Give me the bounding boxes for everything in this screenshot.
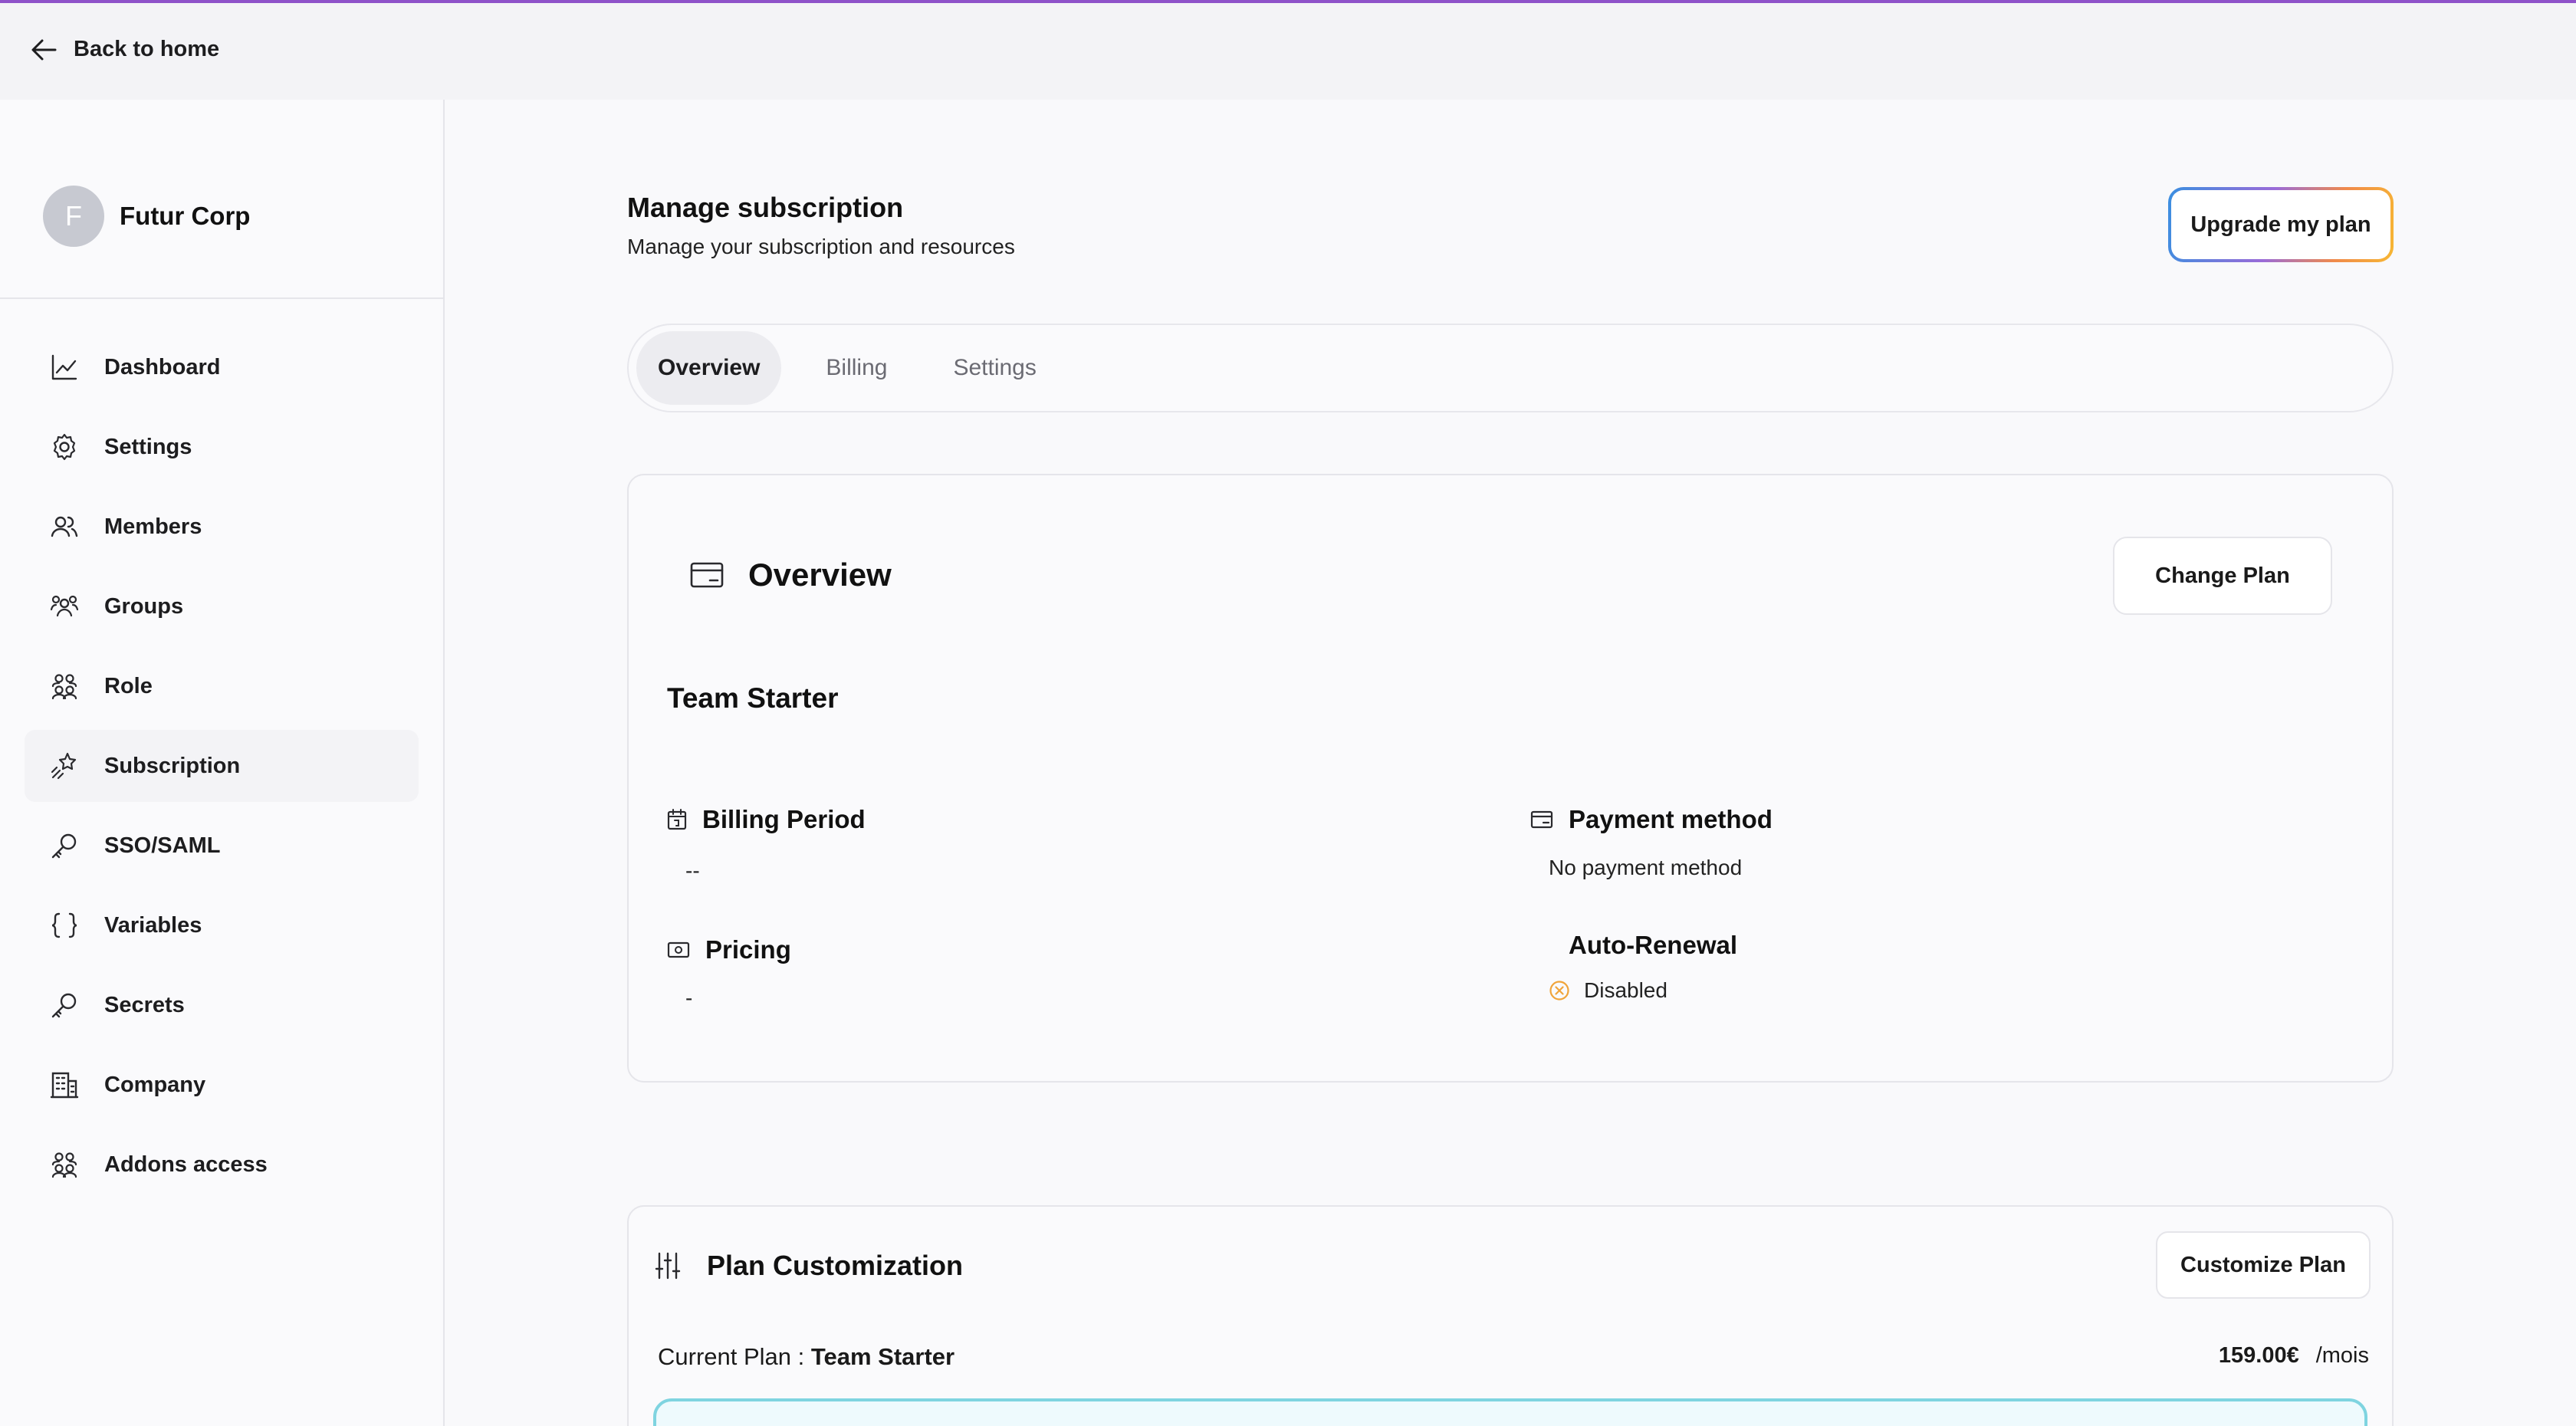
payment-method-value: No payment method	[1549, 856, 1743, 879]
role-icon	[51, 674, 77, 700]
current-plan-value: Team Starter	[810, 1343, 955, 1370]
payment-method-label: Payment method	[1569, 805, 1773, 833]
gear-icon	[53, 433, 76, 461]
upgrade-plan-label: Upgrade my plan	[2171, 190, 2390, 259]
sidebar-item-members[interactable]: Members	[25, 491, 419, 563]
auto-renewal-label: Auto-Renewal	[1569, 931, 1738, 959]
page-subtitle: Manage your subscription and resources	[627, 235, 1015, 258]
credit-card-icon	[1530, 810, 1553, 829]
sidebar-item-subscription[interactable]: Subscription	[25, 730, 419, 802]
plan-customization-header: Plan Customization	[655, 1250, 963, 1282]
sidebar-item-dashboard[interactable]: Dashboard	[25, 331, 419, 403]
sidebar-nav: Dashboard Settings Members Groups Role S…	[25, 331, 419, 1208]
auto-renewal-value: Disabled	[1584, 978, 1668, 1002]
current-plan: Current Plan : Team Starter	[658, 1343, 955, 1371]
braces-icon	[51, 912, 77, 938]
auto-renewal-field: Auto-Renewal Disabled	[1549, 931, 1738, 1002]
billing-period-label: Billing Period	[702, 805, 866, 833]
payment-method-field: Payment method No payment method	[1530, 805, 1773, 879]
group-icon	[50, 595, 79, 617]
price-period: /mois	[2315, 1343, 2369, 1368]
sidebar-item-company[interactable]: Company	[25, 1049, 419, 1121]
back-to-home-link[interactable]: Back to home	[31, 37, 219, 62]
x-circle-icon	[1549, 981, 1569, 1001]
sidebar-divider	[0, 297, 443, 299]
calendar-icon	[667, 809, 687, 830]
sidebar: F Futur Corp Dashboard Settings Members …	[0, 100, 445, 1426]
plan-customization-card: Plan Customization Customize Plan Curren…	[627, 1205, 2394, 1426]
back-to-home-label: Back to home	[74, 37, 220, 61]
customize-plan-button[interactable]: Customize Plan	[2156, 1231, 2371, 1299]
sidebar-item-label: Secrets	[104, 992, 185, 1017]
key-icon	[51, 833, 77, 859]
price-amount: 159.00€	[2218, 1343, 2299, 1368]
credit-card-icon	[690, 562, 724, 588]
upgrade-plan-button[interactable]: Upgrade my plan	[2168, 187, 2394, 262]
sidebar-item-label: Subscription	[104, 753, 241, 778]
sidebar-item-label: Variables	[104, 912, 202, 938]
org-name: Futur Corp	[120, 202, 251, 230]
banknote-icon	[667, 941, 690, 958]
plan-customization-title: Plan Customization	[707, 1250, 964, 1281]
sliders-icon	[655, 1252, 681, 1280]
tab-billing[interactable]: Billing	[804, 331, 909, 405]
change-plan-button[interactable]: Change Plan	[2113, 537, 2332, 615]
arrow-left-icon	[31, 39, 57, 60]
sidebar-item-label: Company	[104, 1072, 206, 1097]
key-icon	[51, 993, 77, 1018]
org-header: F Futur Corp	[43, 186, 250, 247]
tab-overview[interactable]: Overview	[636, 331, 782, 405]
sidebar-item-sso-saml[interactable]: SSO/SAML	[25, 810, 419, 882]
plan-price: 159.00€ /mois	[2219, 1343, 2369, 1368]
overview-card-header: Overview	[690, 557, 892, 593]
billing-period-value: --	[685, 859, 700, 882]
plan-name: Team Starter	[667, 682, 839, 714]
users-icon	[51, 516, 78, 537]
sidebar-item-label: Role	[104, 673, 153, 698]
top-bar: Back to home	[0, 3, 2576, 100]
sidebar-item-variables[interactable]: Variables	[25, 889, 419, 961]
billing-period-field: Billing Period --	[667, 805, 866, 882]
sidebar-item-addons-access[interactable]: Addons access	[25, 1129, 419, 1201]
current-plan-label: Current Plan :	[658, 1343, 805, 1370]
sidebar-item-label: Members	[104, 514, 202, 539]
sidebar-item-label: Addons access	[104, 1152, 268, 1177]
overview-card: Overview Change Plan Team Starter Billin…	[627, 474, 2394, 1083]
sidebar-item-settings[interactable]: Settings	[25, 411, 419, 483]
building-icon	[50, 1072, 79, 1099]
tab-settings[interactable]: Settings	[932, 331, 1057, 405]
page-title: Manage subscription	[627, 192, 904, 223]
overview-card-title: Overview	[748, 557, 892, 593]
sidebar-item-groups[interactable]: Groups	[25, 570, 419, 642]
sidebar-item-label: Dashboard	[104, 354, 221, 380]
sidebar-item-label: Settings	[104, 434, 192, 459]
sparkle-pin-icon	[51, 752, 77, 780]
customization-panel	[653, 1398, 2367, 1426]
sidebar-item-secrets[interactable]: Secrets	[25, 969, 419, 1041]
tab-bar: Overview Billing Settings	[627, 324, 2394, 412]
chart-line-icon	[51, 354, 77, 380]
auto-renewal-status: Disabled	[1549, 978, 1668, 1003]
pricing-value: -	[685, 986, 693, 1010]
addons-icon	[51, 1152, 77, 1178]
avatar: F	[43, 186, 104, 247]
sidebar-item-role[interactable]: Role	[25, 650, 419, 722]
sidebar-item-label: Groups	[104, 593, 184, 619]
pricing-field: Pricing -	[667, 935, 791, 1010]
pricing-label: Pricing	[705, 935, 791, 964]
sidebar-item-label: SSO/SAML	[104, 833, 221, 858]
